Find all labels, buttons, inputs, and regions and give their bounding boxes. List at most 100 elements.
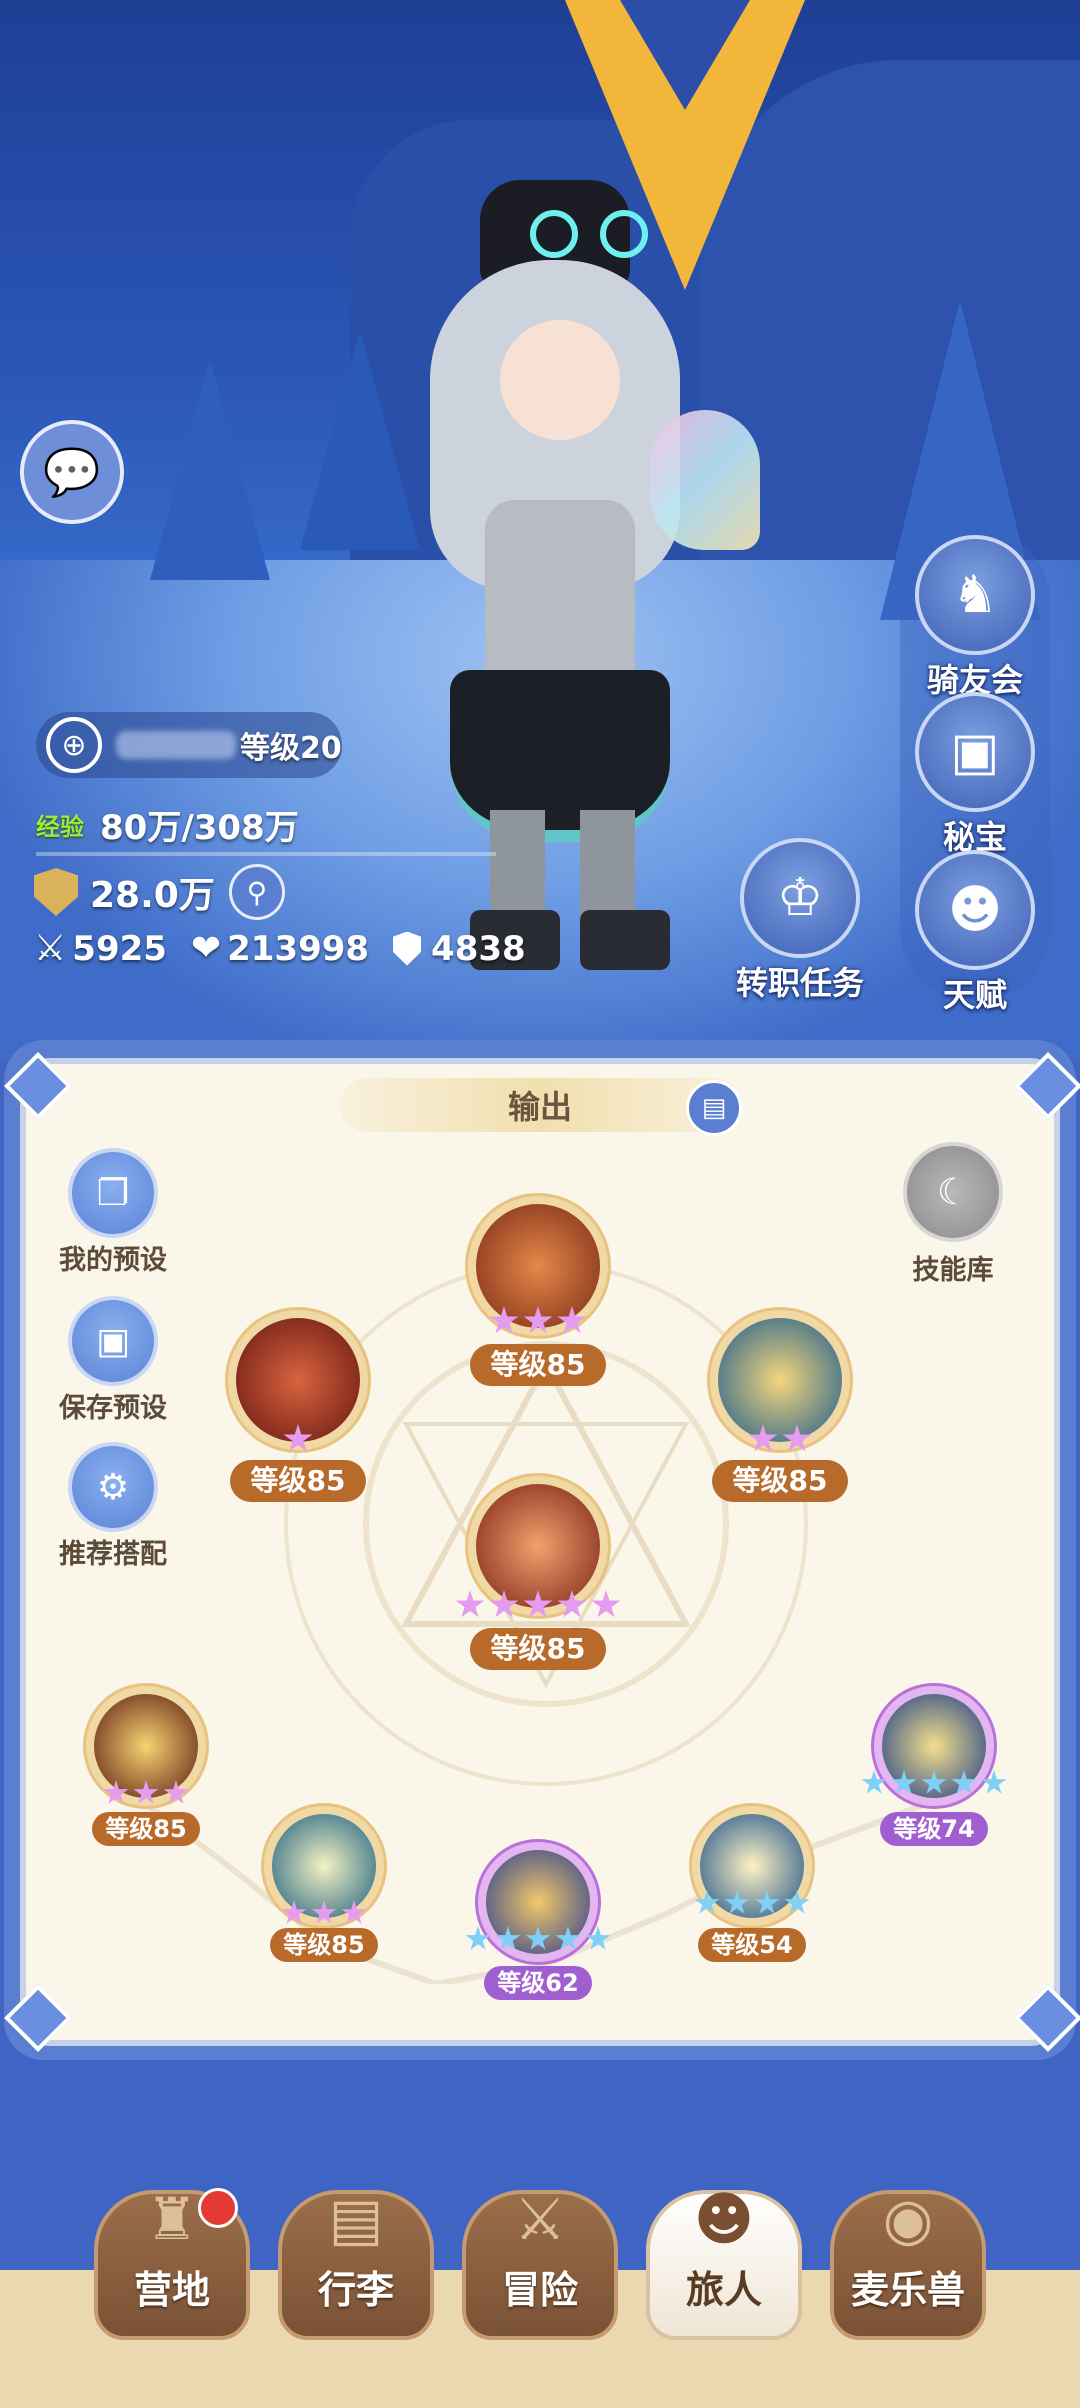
pine-tree (150, 360, 270, 580)
player-character[interactable] (390, 170, 760, 970)
recommended-button[interactable]: ⚙ 推荐搭配 (28, 1442, 198, 1571)
save-preset-button[interactable]: ▣ 保存预设 (28, 1296, 198, 1425)
chat-button[interactable]: 💬 (20, 420, 124, 524)
skill-stars (438, 1590, 638, 1620)
star-icon (951, 1770, 977, 1794)
save-disk-icon: ▣ (68, 1296, 158, 1386)
nav-camp-label: 营地 (133, 2268, 210, 2312)
skill-stars (460, 1926, 616, 1952)
star-icon (489, 1590, 519, 1618)
player-level: 等级20 (240, 731, 342, 766)
talent-button[interactable]: ☻ 天赋 (900, 850, 1050, 1016)
presets-card-icon: ❐ (68, 1148, 158, 1238)
star-icon (489, 1306, 519, 1334)
nav-luggage-label: 行李 (317, 2268, 394, 2312)
nav-adventure-label: 冒险 (501, 2268, 578, 2312)
skill-library-label: 技能库 (912, 1255, 994, 1286)
nav-pets-label: 麦乐兽 (850, 2268, 965, 2312)
star-icon (754, 1890, 780, 1914)
recommend-gears-icon: ⚙ (68, 1442, 158, 1532)
search-icon: ⚲ (246, 875, 268, 909)
star-icon (585, 1926, 611, 1950)
star-icon (133, 1780, 159, 1804)
skill-level-badge: 等级54 (698, 1928, 806, 1962)
star-icon (557, 1590, 587, 1618)
star-icon (784, 1890, 810, 1914)
skill-level-badge: 等级85 (470, 1344, 606, 1386)
star-icon (281, 1900, 307, 1924)
star-icon (283, 1424, 313, 1452)
attack-icon: ⚔ (34, 928, 67, 969)
star-icon (455, 1590, 485, 1618)
chat-icon: 💬 (43, 444, 101, 499)
nav-traveler-label: 旅人 (685, 2268, 762, 2312)
power-row: 28.0万 ⚲ (34, 864, 285, 920)
castle-icon: ♜ (146, 2185, 198, 2253)
star-icon (861, 1770, 887, 1794)
treasure-button[interactable]: ▣ 秘宝 (900, 692, 1050, 858)
nav-luggage[interactable]: ▤ 行李 (278, 2185, 434, 2340)
treasure-chest-icon: ▣ (915, 692, 1035, 812)
notification-dot (198, 2188, 238, 2228)
game-scene: 💬 ⊕ 等级20 经验 80万/308万 28.0万 ⚲ ⚔ 5925 ❤ 21… (0, 0, 1080, 1060)
brain-head-icon: ☻ (915, 850, 1035, 970)
preset-tab[interactable]: 输出 (340, 1078, 740, 1132)
skill-library-button[interactable]: ☾ 技能库 (868, 1142, 1038, 1287)
skill-level-badge: 等级85 (92, 1812, 200, 1846)
face (500, 320, 620, 440)
horse-icon: ♞ (915, 535, 1035, 655)
star-icon (782, 1424, 812, 1452)
defense-shield-icon (393, 931, 422, 966)
skill-stars (272, 1900, 376, 1926)
recommended-label: 推荐搭配 (59, 1539, 167, 1570)
star-icon (891, 1770, 917, 1794)
power-shield-icon (34, 868, 78, 916)
player-name-blurred (116, 731, 236, 759)
star-icon (724, 1890, 750, 1914)
star-icon (495, 1926, 521, 1950)
star-icon (523, 1590, 553, 1618)
skill-stars (856, 1770, 1012, 1796)
star-icon (163, 1780, 189, 1804)
nav-adventure[interactable]: ⚔ 冒险 (462, 2185, 618, 2340)
attack-value: 5925 (72, 928, 167, 969)
preset-info-button[interactable]: ▤ (686, 1080, 742, 1136)
skill-stars (718, 1424, 842, 1454)
star-icon (523, 1306, 553, 1334)
exp-value: 80万/308万 (100, 808, 299, 848)
nav-traveler[interactable]: ☻ 旅人 (646, 2185, 802, 2340)
star-icon (555, 1926, 581, 1950)
star-icon (981, 1770, 1007, 1794)
rider-club-button[interactable]: ♞ 骑友会 (900, 535, 1050, 701)
crossed-swords-icon: ⚔ (514, 2185, 566, 2253)
star-icon (341, 1900, 367, 1924)
job-quest-button[interactable]: ♔ 转职任务 (720, 838, 880, 1004)
crown-icon: ♔ (740, 838, 860, 958)
headphone-light (600, 210, 648, 258)
skill-level-badge: 等级74 (880, 1812, 988, 1846)
player-level-badge[interactable]: ⊕ 等级20 (36, 712, 342, 778)
preset-tab-title: 输出 (507, 1088, 572, 1126)
star-icon (591, 1590, 621, 1618)
pet-face-icon: ◉ (882, 2185, 934, 2253)
star-icon (748, 1424, 778, 1452)
power-value: 28.0万 (90, 875, 215, 916)
defense-value: 4838 (431, 928, 526, 969)
quest-marker-inner (620, 0, 750, 110)
skill-level-badge: 等级85 (470, 1628, 606, 1670)
nav-pets[interactable]: ◉ 麦乐兽 (830, 2185, 986, 2340)
exp-row: 经验 80万/308万 (36, 800, 299, 849)
save-preset-label: 保存预设 (59, 1393, 167, 1424)
search-button[interactable]: ⚲ (228, 864, 285, 920)
talent-label: 天赋 (942, 976, 1007, 1014)
star-icon (103, 1780, 129, 1804)
exp-bar (36, 852, 496, 856)
job-quest-label: 转职任务 (735, 964, 864, 1002)
star-icon (311, 1900, 337, 1924)
skill-stars (236, 1424, 360, 1454)
traveler-head-icon: ☻ (693, 2185, 755, 2253)
star-icon (557, 1306, 587, 1334)
skill-level-badge: 等级85 (270, 1928, 378, 1962)
skirt (450, 670, 670, 842)
my-presets-button[interactable]: ❐ 我的预设 (28, 1148, 198, 1277)
